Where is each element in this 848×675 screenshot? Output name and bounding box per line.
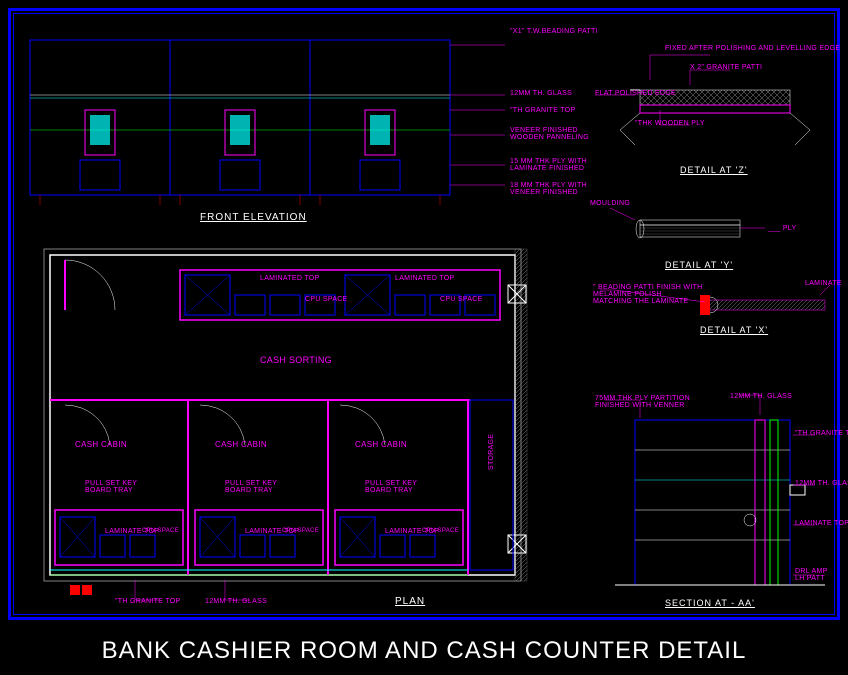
label-ply: ___ PLY xyxy=(768,225,796,232)
title-plan: PLAN xyxy=(395,596,425,607)
label-ply-part: 75MM THK PLY PARTITION FINISHED WITH VEN… xyxy=(595,395,695,409)
label-fixed-edge: FIXED AFTER POLISHING AND LEVELLING EDGE xyxy=(665,45,840,52)
label-laminate-x: LAMINATE xyxy=(805,280,842,287)
label-ply-lam: 15 MM THK PLY WITH LAMINATE FINISHED xyxy=(510,158,600,172)
title-detail-y: DETAIL AT 'Y' xyxy=(665,260,733,270)
label-lam-top-1: LAMINATED TOP xyxy=(260,275,320,282)
label-pull-2: PULL SET KEY BOARD TRAY xyxy=(225,480,295,494)
label-wooden-ply: "THK WOODEN PLY xyxy=(635,120,705,127)
title-detail-x: DETAIL AT 'X' xyxy=(700,325,768,335)
label-beading-finish: " BEADING PATTI FINISH WITH MELAMINE POL… xyxy=(593,284,703,305)
label-cpu-2: CPU SPACE xyxy=(440,296,483,303)
label-cash-sorting: CASH SORTING xyxy=(260,355,332,365)
label-cpu-c1: CPU SPACE xyxy=(142,528,179,534)
title-front-elev: FRONT ELEVATION xyxy=(200,212,307,223)
label-storage: STORAGE xyxy=(488,434,495,470)
label-granite-patti: X 2" GRANITE PATTI xyxy=(690,64,762,71)
label-glass-12b: 12MM TH. GLASS xyxy=(730,393,792,400)
label-drl: DRL AMP LH PATT xyxy=(795,568,835,582)
label-granite-btm: "TH GRANITE TOP xyxy=(115,598,180,605)
label-cabin-2: CASH CABIN xyxy=(215,440,267,449)
label-granite: "TH GRANITE TOP xyxy=(510,107,575,114)
label-moulding: MOULDING xyxy=(590,200,630,207)
label-flat-edge: FLAT POLISHED EDGE xyxy=(595,90,676,97)
label-cpu-c2: CPU SPACE xyxy=(282,528,319,534)
cad-drawing xyxy=(0,0,848,675)
label-veneer: VENEER FINISHED WOODEN PANNELING xyxy=(510,127,600,141)
label-glass-btm: 12MM TH. GLASS xyxy=(205,598,267,605)
label-ply-ven: 18 MM THK PLY WITH VENEER FINISHED xyxy=(510,182,600,196)
label-pull-1: PULL SET KEY BOARD TRAY xyxy=(85,480,155,494)
label-glass-c: 12MM TH. GLASS xyxy=(795,480,848,487)
title-detail-z: DETAIL AT 'Z' xyxy=(680,165,748,175)
label-glass: 12MM TH. GLASS xyxy=(510,90,572,97)
label-cpu-1: CPU SPACE xyxy=(305,296,348,303)
label-cabin-1: CASH CABIN xyxy=(75,440,127,449)
label-lam-b: LAMINATE TOP xyxy=(795,520,848,527)
label-cpu-c3: CPU SPACE xyxy=(422,528,459,534)
label-cabin-3: CASH CABIN xyxy=(355,440,407,449)
label-gran-b: "TH GRANITE TOP xyxy=(795,430,848,437)
drawing-title: BANK CASHIER ROOM AND CASH COUNTER DETAI… xyxy=(0,637,848,665)
label-lam-top-2: LAMINATED TOP xyxy=(395,275,455,282)
label-beading: "X1" T.W.BEADING PATTI xyxy=(510,28,598,35)
title-section-aa: SECTION AT - AA' xyxy=(665,598,755,608)
label-pull-3: PULL SET KEY BOARD TRAY xyxy=(365,480,435,494)
